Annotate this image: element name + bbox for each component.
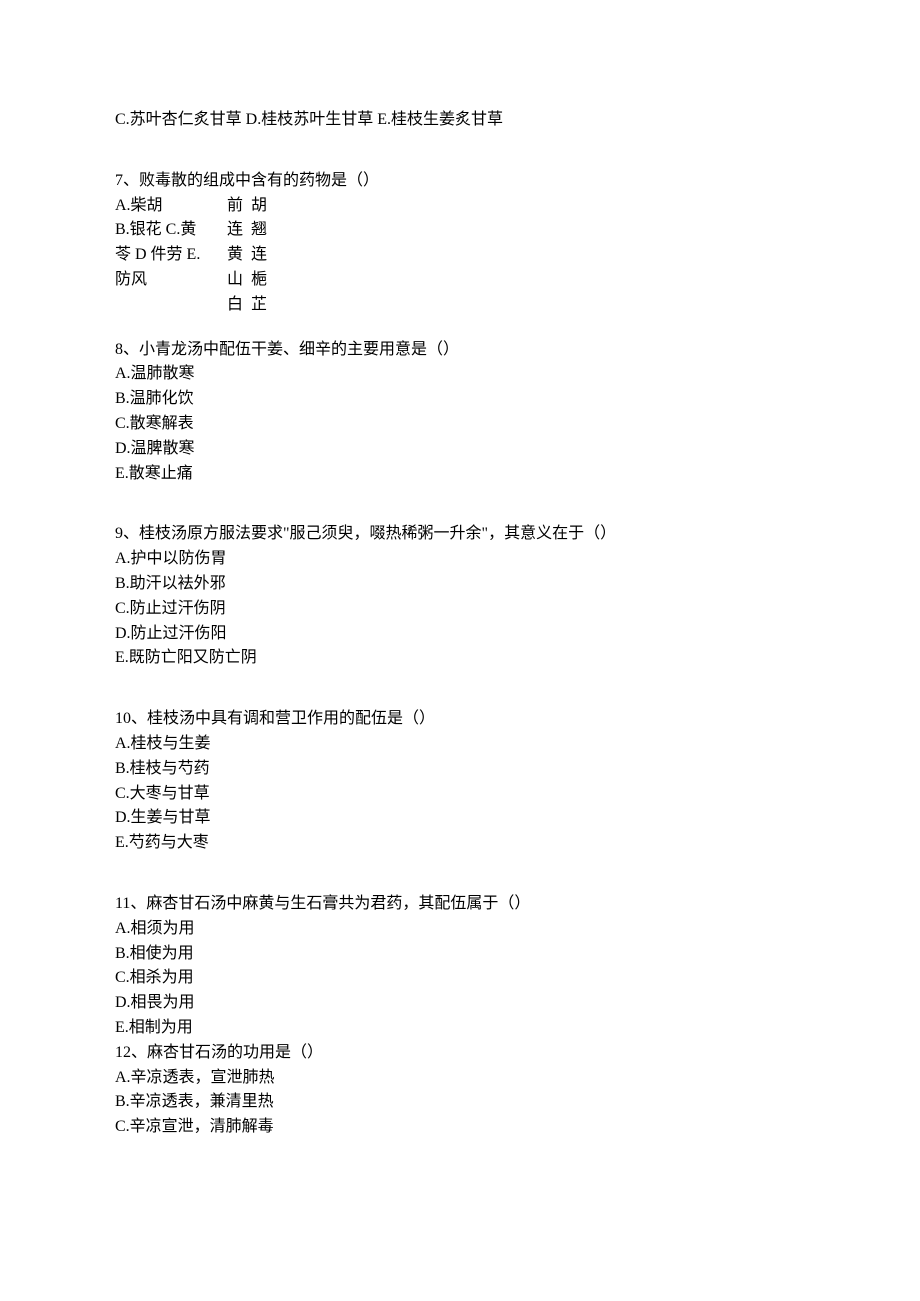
- question-11-opt-a: A.相须为用: [115, 917, 805, 942]
- question-9-opt-a: A.护中以防伤胃: [115, 547, 805, 572]
- question-12-opt-a: A.辛凉透表，宣泄肺热: [115, 1066, 805, 1091]
- question-7-stem: 7、败毒散的组成中含有的药物是（）: [115, 169, 805, 194]
- question-8-stem: 8、小青龙汤中配伍干姜、细辛的主要用意是（）: [115, 338, 805, 363]
- question-8-opt-b: B.温肺化饮: [115, 387, 805, 412]
- question-7-left-0: A.柴胡: [115, 194, 227, 219]
- question-11-opt-c: C.相杀为用: [115, 966, 805, 991]
- question-7-right-0: 前 胡: [227, 194, 269, 219]
- continuation-options: C.苏叶杏仁炙甘草 D.桂枝苏叶生甘草 E.桂枝生姜炙甘草: [115, 108, 805, 133]
- question-12-opt-b: B.辛凉透表，兼清里热: [115, 1090, 805, 1115]
- question-7-left-2: 苓 D 件劳 E.: [115, 243, 227, 268]
- question-9: 9、桂枝汤原方服法要求"服己须臾，啜热稀粥一升余"，其意义在于（） A.护中以防…: [115, 522, 805, 671]
- question-7-right-4: 白 芷: [227, 293, 269, 318]
- question-10-opt-b: B.桂枝与芍药: [115, 757, 805, 782]
- question-9-opt-d: D.防止过汗伤阳: [115, 622, 805, 647]
- question-7-left-col: A.柴胡 B.银花 C.黄 苓 D 件劳 E. 防风: [115, 194, 227, 293]
- question-11-opt-b: B.相使为用: [115, 942, 805, 967]
- question-11-opt-d: D.相畏为用: [115, 991, 805, 1016]
- question-9-stem: 9、桂枝汤原方服法要求"服己须臾，啜热稀粥一升余"，其意义在于（）: [115, 522, 805, 547]
- question-10-opt-e: E.芍药与大枣: [115, 831, 805, 856]
- question-11-stem: 11、麻杏甘石汤中麻黄与生石膏共为君药，其配伍属于（）: [115, 892, 805, 917]
- question-10-stem: 10、桂枝汤中具有调和营卫作用的配伍是（）: [115, 707, 805, 732]
- question-8-opt-c: C.散寒解表: [115, 412, 805, 437]
- question-12: 12、麻杏甘石汤的功用是（） A.辛凉透表，宣泄肺热 B.辛凉透表，兼清里热 C…: [115, 1041, 805, 1140]
- question-8-opt-d: D.温脾散寒: [115, 437, 805, 462]
- question-11: 11、麻杏甘石汤中麻黄与生石膏共为君药，其配伍属于（） A.相须为用 B.相使为…: [115, 892, 805, 1041]
- question-7-left-3: 防风: [115, 268, 227, 293]
- question-10-opt-a: A.桂枝与生姜: [115, 732, 805, 757]
- question-7-right-2: 黄 连: [227, 243, 269, 268]
- question-12-stem: 12、麻杏甘石汤的功用是（）: [115, 1041, 805, 1066]
- question-7-right-3: 山 梔: [227, 268, 269, 293]
- question-8-opt-e: E.散寒止痛: [115, 462, 805, 487]
- question-9-opt-c: C.防止过汗伤阴: [115, 597, 805, 622]
- question-10-opt-c: C.大枣与甘草: [115, 782, 805, 807]
- question-10: 10、桂枝汤中具有调和营卫作用的配伍是（） A.桂枝与生姜 B.桂枝与芍药 C.…: [115, 707, 805, 856]
- question-7-right-col: 前 胡 连 翘 黄 连 山 梔 白 芷: [227, 194, 269, 318]
- question-7-right-1: 连 翘: [227, 218, 269, 243]
- question-10-opt-d: D.生姜与甘草: [115, 806, 805, 831]
- question-7-left-1: B.银花 C.黄: [115, 218, 227, 243]
- question-9-opt-b: B.助汗以袪外邪: [115, 572, 805, 597]
- question-8-opt-a: A.温肺散寒: [115, 362, 805, 387]
- question-9-opt-e: E.既防亡阳又防亡阴: [115, 646, 805, 671]
- question-12-opt-c: C.辛凉宣泄，清肺解毒: [115, 1115, 805, 1140]
- question-11-opt-e: E.相制为用: [115, 1016, 805, 1041]
- question-8: 8、小青龙汤中配伍干姜、细辛的主要用意是（） A.温肺散寒 B.温肺化饮 C.散…: [115, 338, 805, 487]
- question-7: 7、败毒散的组成中含有的药物是（） A.柴胡 B.银花 C.黄 苓 D 件劳 E…: [115, 169, 805, 318]
